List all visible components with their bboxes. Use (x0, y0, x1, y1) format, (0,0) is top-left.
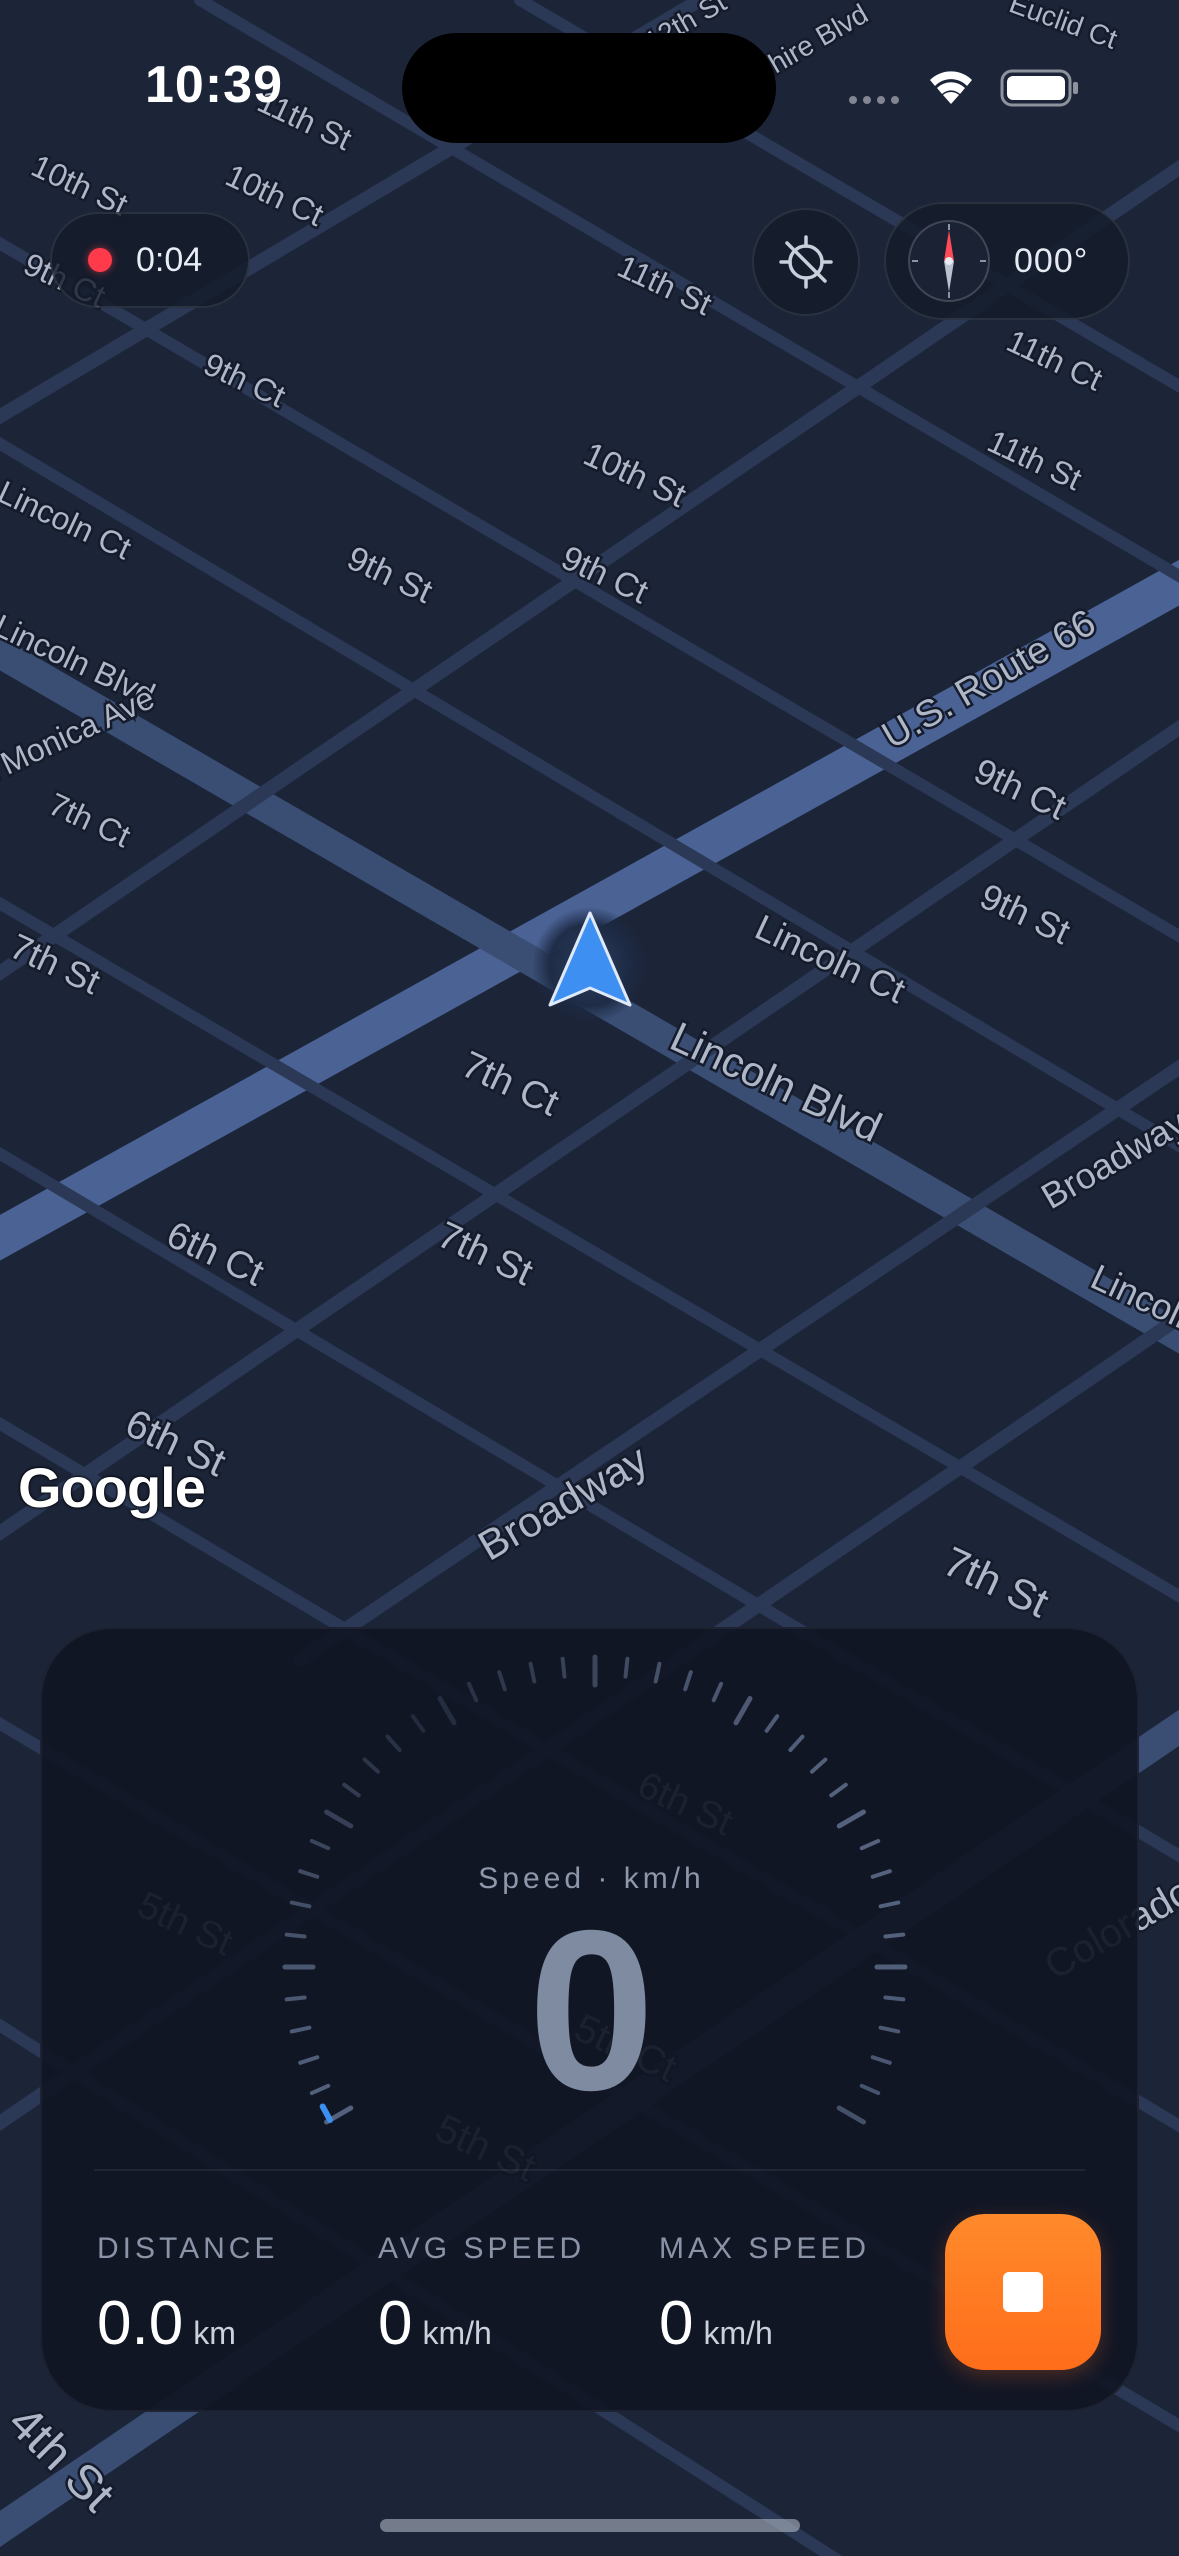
stat-avg-speed-value: 0 (378, 2289, 413, 2358)
gauge-tick (410, 1714, 426, 1733)
wifi-icon (930, 71, 972, 104)
gauge-tick (653, 1661, 662, 1684)
gauge-tick (309, 1838, 331, 1851)
gauge-tick (466, 1681, 479, 1703)
gauge-tick (733, 1696, 753, 1726)
status-time: 10:39 (145, 56, 283, 114)
gauge-tick (560, 1656, 567, 1679)
navigation-arrow-icon (532, 907, 648, 1023)
stat-max-speed-value: 0 (659, 2289, 694, 2358)
stat-distance: DISTANCE 0.0 km (97, 2232, 278, 2359)
gauge-tick (809, 1757, 828, 1774)
home-indicator[interactable] (380, 2519, 800, 2532)
recording-dot-icon (88, 248, 112, 272)
compass-heading-pill[interactable]: 000° (884, 202, 1130, 320)
recenter-location-button[interactable] (752, 208, 860, 316)
stat-distance-unit: km (193, 2315, 236, 2351)
stat-avg-speed-label: AVG SPEED (378, 2232, 586, 2265)
gauge-tick (342, 1782, 361, 1798)
gauge-tick (528, 1661, 537, 1684)
trip-dashboard-panel: Speed · km/h 0 DISTANCE 0.0 km AVG SPEED … (40, 1627, 1139, 2412)
gauge-tick (764, 1714, 780, 1733)
gauge-tick (497, 1670, 507, 1692)
compass-icon (908, 220, 990, 302)
gauge-tick (859, 1838, 881, 1851)
recording-timer-pill: 0:04 (50, 212, 250, 308)
stat-max-speed: MAX SPEED 0 km/h (659, 2232, 870, 2359)
panel-divider (94, 2169, 1085, 2171)
gauge-tick (324, 1809, 354, 1829)
gauge-tick (362, 1757, 381, 1774)
stat-max-speed-label: MAX SPEED (659, 2232, 871, 2265)
gauge-tick (437, 1696, 457, 1726)
stop-icon (1003, 2272, 1043, 2312)
cellular-signal-icon (849, 96, 899, 104)
gauge-tick (623, 1656, 630, 1679)
stat-distance-label: DISTANCE (97, 2232, 279, 2265)
stat-max-speed-unit: km/h (703, 2315, 773, 2351)
status-icons (849, 69, 1078, 107)
stop-recording-button[interactable] (945, 2214, 1101, 2370)
stat-avg-speed: AVG SPEED 0 km/h (378, 2232, 585, 2359)
gauge-tick (385, 1734, 402, 1753)
gauge-tick (829, 1782, 848, 1798)
gauge-tick (711, 1681, 724, 1703)
gauge-tick (788, 1734, 805, 1753)
dynamic-island (402, 33, 776, 143)
map-attribution-logo: Google (18, 1456, 206, 1519)
recording-elapsed-time: 0:04 (136, 240, 203, 279)
speed-value: 0 (528, 1884, 655, 2138)
location-off-icon (779, 235, 833, 289)
stat-avg-speed-unit: km/h (422, 2315, 492, 2351)
compass-heading-value: 000° (1014, 241, 1089, 280)
gauge-tick (836, 1809, 866, 1829)
gauge-tick (683, 1670, 693, 1692)
stat-distance-value: 0.0 (97, 2289, 184, 2358)
battery-icon (1000, 69, 1078, 107)
